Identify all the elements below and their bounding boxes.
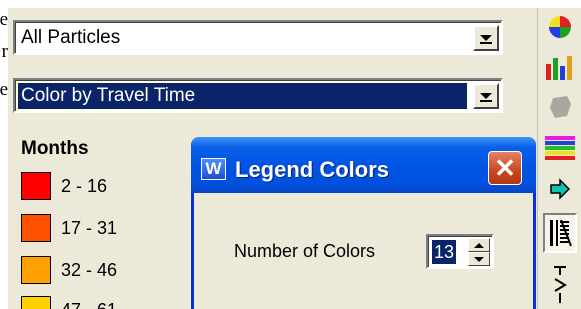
color-swatch (21, 296, 51, 309)
legend-item-label: 17 - 31 (61, 217, 118, 238)
rainbow-tool[interactable] (543, 132, 577, 162)
color-wheel-icon (549, 16, 571, 38)
legend-item: 32 - 46 (21, 256, 117, 284)
legend-item: 17 - 31 (21, 214, 117, 242)
side-toolbar (537, 8, 581, 309)
arrow-right-icon (550, 178, 571, 200)
gray-shape-icon (550, 96, 571, 118)
color-swatch (21, 172, 51, 200)
shape-tool[interactable] (543, 92, 577, 122)
legend-layout-tool[interactable] (543, 213, 577, 253)
increment-button[interactable] (468, 238, 490, 252)
dialog-titlebar[interactable]: W Legend Colors ✕ (191, 137, 536, 193)
bar-chart-icon (546, 56, 572, 80)
legend-item: 47 - 61 (21, 296, 117, 309)
legend-layout-icon (550, 219, 572, 247)
chevron-down-icon (479, 89, 493, 103)
legend-colors-dialog: W Legend Colors ✕ Number of Colors 13 (191, 137, 536, 309)
dialog-body: Number of Colors 13 (194, 193, 533, 309)
chevron-down-icon (479, 31, 493, 45)
close-icon: ✕ (494, 153, 516, 183)
rainbow-stripes-icon (545, 136, 575, 160)
particle-filter-select[interactable]: All Particles (13, 20, 503, 55)
bar-chart-tool[interactable] (543, 52, 577, 82)
legend-item-label: 32 - 46 (61, 259, 118, 280)
color-swatch (21, 214, 51, 242)
color-swatch (21, 256, 51, 284)
color-mode-value: Color by Travel Time (17, 82, 468, 110)
vertical-text-tool[interactable] (543, 260, 577, 305)
clipped-label: e (0, 10, 8, 30)
clipped-label: r (1, 42, 8, 62)
legend-item-label: 47 - 61 (61, 300, 117, 309)
legend-item-label: 2 - 16 (61, 175, 108, 196)
arrow-up-icon (474, 242, 484, 248)
spinner-buttons (468, 238, 490, 266)
number-of-colors-value[interactable]: 13 (432, 240, 457, 264)
legend-title: Months (21, 138, 89, 159)
color-wheel-tool[interactable] (543, 12, 577, 42)
color-mode-select[interactable]: Color by Travel Time (13, 78, 503, 113)
app-icon: W (201, 158, 226, 180)
close-button[interactable]: ✕ (488, 151, 522, 185)
legend-item: 2 - 16 (21, 172, 107, 200)
vertical-text-icon (554, 265, 567, 303)
number-of-colors-label: Number of Colors (234, 241, 376, 261)
arrow-tool[interactable] (543, 174, 577, 204)
dropdown-button[interactable] (473, 25, 499, 51)
number-of-colors-spinner[interactable]: 13 (426, 234, 494, 269)
particle-filter-value: All Particles (21, 27, 121, 48)
dialog-title: Legend Colors (235, 157, 390, 182)
dropdown-button[interactable] (473, 83, 499, 109)
decrement-button[interactable] (468, 252, 490, 266)
clipped-label: e (0, 80, 8, 100)
arrow-down-icon (474, 256, 484, 262)
